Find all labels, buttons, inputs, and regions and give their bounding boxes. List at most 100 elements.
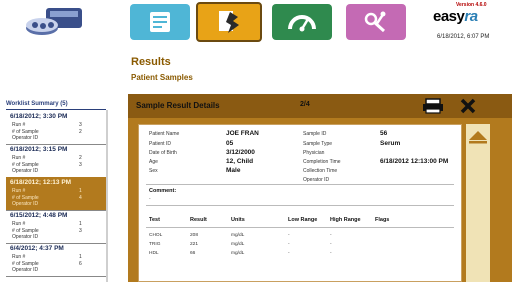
nav-results-button[interactable] [130, 4, 190, 40]
worklist-item-label: # of Sample [12, 161, 39, 168]
gauge-icon [288, 15, 316, 32]
table-cell: HDL [149, 251, 159, 256]
sample-type-value: Serum [380, 140, 401, 147]
table-cell: TRIG [149, 242, 161, 247]
worklist-item-label: Run # [12, 254, 26, 260]
worklist-title: Worklist Summary (5) [6, 101, 68, 107]
worklist-divider [6, 109, 106, 110]
worklist-item-date: 6/15/2012; 4:48 PM [10, 212, 68, 219]
worklist-item-label: # of Sample [12, 227, 39, 234]
table-cell: - [330, 233, 332, 238]
worklist-item-date: 6/18/2012; 3:15 PM [10, 146, 68, 153]
page-subtitle: Patient Samples [131, 73, 193, 82]
sex-value: Male [226, 167, 241, 174]
brand-main: easy [433, 8, 465, 25]
table-header-divider [146, 227, 454, 228]
table-cell: mg/dL [231, 233, 245, 238]
worklist-item[interactable]: 6/18/2012; 12:13 PM Run # 1 # of Sample 4 Ope… [6, 177, 106, 211]
patient-name-label: Patient Name [149, 131, 180, 137]
table-cell: - [288, 251, 290, 256]
table-cell: 221 [190, 242, 199, 247]
nav-analyze-button[interactable] [196, 2, 262, 42]
worklist-item-value: 1 [79, 188, 82, 194]
sample-id-label: Sample ID [303, 131, 327, 137]
comment-value: - [149, 197, 151, 202]
worklist-item-value: 6 [79, 260, 82, 267]
sample-type-label: Sample Type [303, 141, 333, 147]
table-column-header: Low Range [288, 217, 318, 223]
table-cell: - [330, 242, 332, 247]
worklist-item[interactable]: 6/15/2012; 4:48 PM Run # 1 # of Sample 3 Oper… [6, 210, 106, 244]
dob-label: Date of Birth [149, 150, 177, 156]
panel-title: Sample Result Details [136, 101, 220, 110]
panel-page-indicator: 2/4 [300, 101, 310, 108]
worklist-item-date: 6/4/2012; 4:37 PM [10, 245, 64, 252]
worklist-item-value: 3 [79, 161, 82, 168]
worklist-item-label: Operator ID [12, 168, 39, 174]
patient-name-value: JOE FRAN [226, 130, 259, 137]
table-cell: - [288, 242, 290, 247]
scroll-up-icon[interactable] [468, 130, 488, 144]
worklist-item-label: # of Sample [12, 128, 39, 135]
worklist-item-date: 6/18/2012; 12:13 PM [10, 179, 72, 186]
worklist-item-value: 3 [79, 227, 82, 234]
worklist-item-label: Operator ID [12, 234, 39, 240]
dob-value: 3/12/2000 [226, 149, 255, 156]
worklist-item-label: Operator ID [12, 267, 39, 273]
age-label: Age [149, 159, 158, 165]
worklist-item-label: # of Sample [12, 194, 39, 201]
close-icon[interactable] [460, 98, 476, 114]
worklist-item-value: 3 [79, 122, 82, 128]
worklist-item-value: 2 [79, 128, 82, 135]
table-cell: 66 [190, 251, 196, 256]
brand-logo: easyra [433, 8, 478, 25]
app-logo-icon [26, 8, 82, 35]
table-column-header: Result [190, 217, 207, 223]
nav-gauge-button[interactable] [272, 4, 332, 40]
sample-id-value: 56 [380, 130, 388, 137]
table-column-header: Flags [375, 217, 390, 223]
worklist-item[interactable]: 6/4/2012; 4:37 PM Run # 1 # of Sample 6 Opera… [6, 243, 106, 277]
sex-label: Sex [149, 168, 158, 174]
worklist-item-value: 1 [79, 221, 82, 227]
patient-id-label: Patient ID [149, 141, 171, 147]
table-cell: - [288, 233, 290, 238]
result-details-card [138, 124, 462, 282]
worklist-item-value: 1 [79, 254, 82, 260]
table-cell: mg/dL [231, 251, 245, 256]
print-icon[interactable] [422, 98, 444, 114]
worklist-item-value: 4 [79, 194, 82, 201]
worklist-item[interactable]: 6/18/2012; 3:15 PM Run # 2 # of Sample 3 Oper… [6, 144, 106, 178]
worklist-item-label: Run # [12, 188, 26, 194]
comment-label: Comment: [149, 188, 177, 194]
physician-label: Physician [303, 150, 325, 156]
patient-id-value: 05 [226, 140, 234, 147]
results-icon [150, 12, 170, 32]
analyze-icon [219, 11, 239, 33]
section-divider [146, 184, 454, 185]
page-title: Results [131, 56, 171, 68]
worklist-item-date: 6/18/2012; 3:30 PM [10, 113, 68, 120]
operator-id-label: Operator ID [303, 177, 330, 183]
table-cell: CHOL [149, 233, 163, 238]
table-cell: - [330, 251, 332, 256]
completion-time-label: Completion Time [303, 159, 341, 165]
worklist-item-label: Run # [12, 122, 26, 128]
collection-time-label: Collection Time [303, 168, 338, 174]
worklist-scrollbar[interactable] [106, 110, 108, 282]
tools-icon [364, 11, 386, 33]
details-scrollbar[interactable] [466, 124, 490, 282]
table-cell: mg/dL [231, 242, 245, 247]
completion-time-value: 6/18/2012 12:13:00 PM [380, 158, 449, 165]
table-column-header: Units [231, 217, 245, 223]
worklist-item-label: Run # [12, 155, 26, 161]
nav-tools-button[interactable] [346, 4, 406, 40]
worklist-item[interactable]: 6/18/2012; 3:30 PM Run # 3 # of Sample 2 Oper… [6, 111, 106, 145]
worklist-item-label: Operator ID [12, 135, 39, 141]
worklist-item-label: Operator ID [12, 201, 39, 207]
table-cell: 208 [190, 233, 199, 238]
worklist-item-label: # of Sample [12, 260, 39, 267]
current-datetime: 6/18/2012, 6:07 PM [437, 34, 490, 40]
worklist-item-value: 2 [79, 155, 82, 161]
worklist-item-label: Run # [12, 221, 26, 227]
